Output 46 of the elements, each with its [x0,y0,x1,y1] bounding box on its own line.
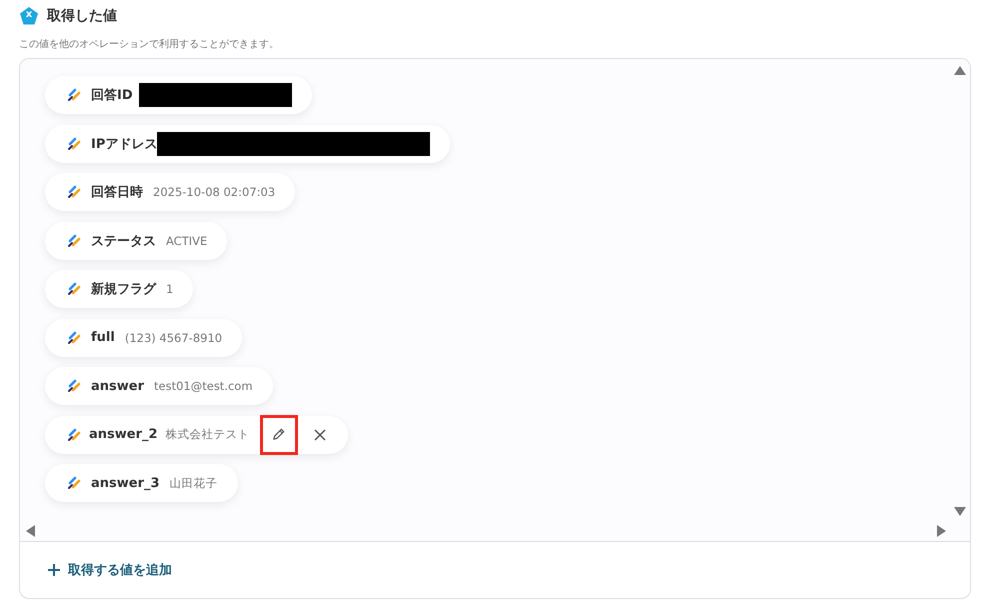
value-label: answer [91,378,144,394]
value-text: 1 [166,282,174,296]
scroll-right-icon[interactable] [937,525,946,537]
value-label: 回答ID [91,87,133,104]
value-text: 株式会社テスト [166,427,250,442]
value-label: 新規フラグ [91,280,156,298]
value-label: answer_2 [89,427,158,442]
edit-button[interactable] [260,414,298,454]
value-text: ACTIVE [166,234,208,248]
value-label: full [91,330,115,345]
app-logo-icon [67,282,81,296]
app-logo-icon [67,234,81,248]
value-chip[interactable]: IPアドレス [45,124,450,162]
value-chip[interactable]: answer_2 株式会社テスト [45,416,348,454]
app-logo-icon [67,330,81,344]
app-logo-icon [67,476,81,490]
value-text: 2025-10-08 02:07:03 [153,185,276,199]
pencil-icon [271,427,286,442]
value-chip[interactable]: full (123) 4567-8910 [45,318,242,356]
variable-icon: x [19,6,39,26]
value-label: answer_3 [91,476,160,490]
value-chip[interactable]: 回答ID [45,76,312,114]
scroll-left-icon[interactable] [26,525,35,537]
app-logo-icon [67,379,81,393]
scroll-down-icon[interactable] [954,507,966,516]
app-logo-icon [67,136,81,150]
value-chip[interactable]: answer test01@test.com [45,367,273,405]
value-chip[interactable]: 回答日時 2025-10-08 02:07:03 [45,173,296,211]
value-text: test01@test.com [154,379,253,393]
app-logo-icon [67,88,81,102]
section-title: 取得した値 [47,7,117,25]
value-text: 山田花子 [170,476,218,490]
plus-icon [47,563,61,577]
section-description: この値を他のオペレーションで利用することができます。 [19,38,280,51]
value-label: 回答日時 [91,184,143,201]
app-logo-icon [67,185,81,199]
add-value-button[interactable]: 取得する値を追加 [47,557,172,583]
scroll-up-icon[interactable] [954,66,966,75]
value-label: IPアドレス [91,136,158,152]
value-text: (123) 4567-8910 [124,330,222,344]
value-chip[interactable]: ステータス ACTIVE [45,222,228,260]
value-label: ステータス [91,232,156,250]
value-chip[interactable]: 新規フラグ 1 [45,270,194,308]
close-icon [314,428,326,440]
app-logo-icon [67,428,81,442]
value-chip[interactable]: answer_3 山田花子 [45,464,238,502]
